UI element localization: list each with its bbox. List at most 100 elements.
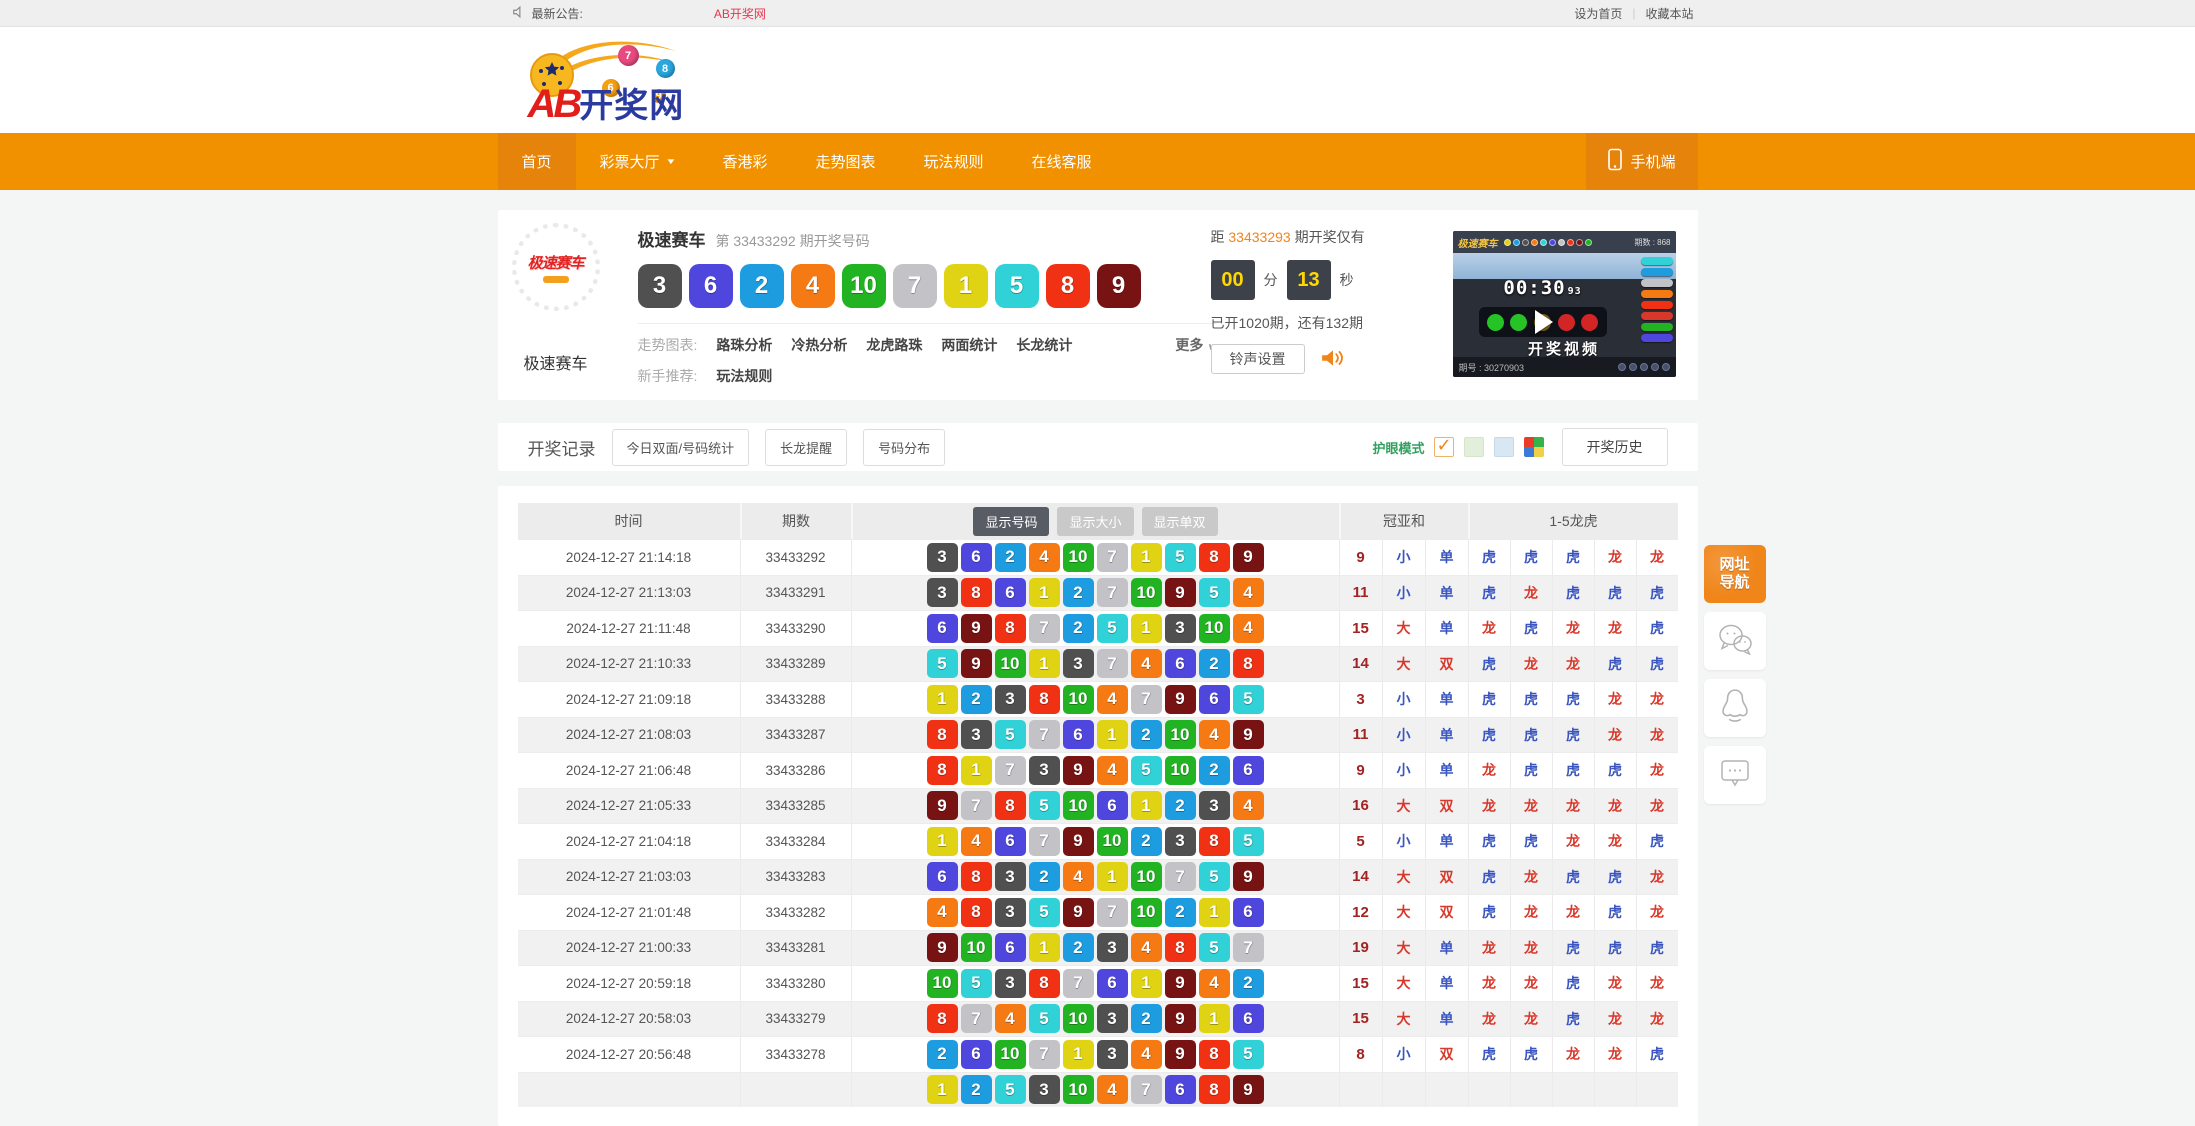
number-ball-6: 6 — [961, 1040, 992, 1069]
time-cell: 2024-12-27 21:04:18 — [518, 824, 740, 859]
nav-item-走势图表[interactable]: 走势图表 — [791, 133, 899, 190]
bookmark-link[interactable]: 收藏本站 — [1645, 5, 1693, 22]
mobile-version-button[interactable]: 手机端 — [1586, 133, 1697, 190]
eye-mode-color-swatch[interactable] — [1524, 437, 1544, 457]
message-icon — [1718, 757, 1752, 794]
size: 小 — [1382, 682, 1425, 717]
number-ball-5: 5 — [961, 969, 992, 998]
size: 大 — [1382, 860, 1425, 895]
rules-link[interactable]: 玩法规则 — [716, 366, 772, 386]
nav-item-玩法规则[interactable]: 玩法规则 — [899, 133, 1007, 190]
time-cell: 2024-12-27 20:58:03 — [518, 1002, 740, 1037]
trend-link-龙虎路珠[interactable]: 龙虎路珠 — [866, 335, 922, 355]
parity: 单 — [1425, 576, 1468, 611]
number-ball-4: 4 — [791, 264, 835, 308]
time-cell: 2024-12-27 21:01:48 — [518, 895, 740, 930]
more-link[interactable]: 更多∨ — [1175, 335, 1215, 355]
number-ball-5: 5 — [1131, 756, 1162, 785]
dragon-tiger-value: 龙 — [1650, 725, 1664, 745]
sum-value: 16 — [1352, 797, 1369, 814]
feedback-button[interactable] — [1704, 746, 1766, 804]
traffic-light — [1558, 314, 1575, 331]
live-draw-video[interactable]: 极速赛车 期数 : 868 00:3093 开奖视频 期号 : 30270903 — [1453, 231, 1676, 377]
site-logo[interactable]: 7 8 6 9 AB开奖网 — [526, 31, 756, 129]
number-ball-6: 6 — [995, 827, 1026, 856]
number-ball-2: 2 — [961, 1075, 992, 1104]
sum: 15 — [1339, 1002, 1382, 1037]
issue-cell: 33433281 — [740, 931, 851, 966]
parity-value: 单 — [1440, 938, 1454, 958]
number-ball-6: 6 — [1165, 649, 1196, 678]
eye-mode-green-swatch[interactable] — [1464, 437, 1484, 457]
bell-settings-button[interactable]: 铃声设置 — [1211, 344, 1305, 374]
nav-item-香港彩[interactable]: 香港彩 — [698, 133, 791, 190]
parity: 单 — [1425, 931, 1468, 966]
number-ball-6: 6 — [1233, 1004, 1264, 1033]
wechat-icon — [1717, 623, 1753, 660]
trend-link-长龙统计[interactable]: 长龙统计 — [1016, 335, 1072, 355]
number-ball-4: 4 — [1233, 578, 1264, 607]
number-ball-7: 7 — [1165, 862, 1196, 891]
play-icon[interactable] — [1535, 310, 1553, 334]
sum-value: 19 — [1352, 939, 1369, 956]
set-home-link[interactable]: 设为首页 — [1574, 5, 1622, 22]
countdown-minutes: 00 — [1211, 260, 1255, 300]
sound-on-icon[interactable] — [1321, 348, 1345, 371]
number-ball-8: 8 — [995, 791, 1026, 820]
parity: 单 — [1425, 824, 1468, 859]
table-row: 12531047689 — [518, 1072, 1678, 1108]
next-issue-number: 33433293 — [1228, 229, 1290, 245]
display-button-显示大小[interactable]: 显示大小 — [1057, 507, 1133, 536]
number-ball-3: 3 — [1063, 649, 1094, 678]
display-button-显示单双[interactable]: 显示单双 — [1142, 507, 1218, 536]
stat-button-长龙提醒[interactable]: 长龙提醒 — [765, 429, 847, 466]
eye-mode-checkbox-checked[interactable] — [1434, 437, 1454, 457]
eye-mode-blue-swatch[interactable] — [1494, 437, 1514, 457]
number-ball-2: 2 — [1131, 1004, 1162, 1033]
stat-button-号码分布[interactable]: 号码分布 — [863, 429, 945, 466]
nav-item-首页[interactable]: 首页 — [498, 133, 576, 190]
site-nav-button[interactable]: 网址导航 — [1704, 545, 1766, 603]
dragon-tiger: 龙 — [1636, 789, 1678, 824]
number-ball-1: 1 — [1199, 898, 1230, 927]
dragon-tiger-value: 虎 — [1482, 654, 1496, 674]
video-ball-dot — [1522, 239, 1529, 246]
nav-item-在线客服[interactable]: 在线客服 — [1008, 133, 1116, 190]
trend-link-路珠分析[interactable]: 路珠分析 — [716, 335, 772, 355]
dragon-tiger-value: 龙 — [1524, 867, 1538, 887]
dragon-tiger-value: 虎 — [1524, 1044, 1538, 1064]
history-button[interactable]: 开奖历史 — [1562, 428, 1668, 466]
sum-value: 11 — [1353, 726, 1369, 743]
dragon-tiger-value: 龙 — [1524, 1009, 1538, 1029]
number-ball-3: 3 — [638, 264, 682, 308]
dragon-tiger-value: 虎 — [1608, 760, 1622, 780]
size: 小 — [1382, 718, 1425, 753]
number-ball-3: 3 — [927, 578, 958, 607]
countdown-text: 距 33433293 期开奖仅有 — [1211, 227, 1446, 247]
table-body: 2024-12-27 21:14:1833433292362410715899小… — [518, 539, 1678, 1107]
issue-cell: 33433292 — [740, 540, 851, 575]
table-row: 2024-12-27 21:04:1833433284146791023855小… — [518, 823, 1678, 859]
sum: 11 — [1339, 576, 1382, 611]
number-ball-1: 1 — [1131, 543, 1162, 572]
dragon-tiger: 虎 — [1636, 576, 1678, 611]
qq-button[interactable] — [1704, 679, 1766, 737]
number-ball-3: 3 — [961, 720, 992, 749]
trend-link-两面统计[interactable]: 两面统计 — [941, 335, 997, 355]
display-button-显示号码[interactable]: 显示号码 — [973, 507, 1049, 536]
trend-link-冷热分析[interactable]: 冷热分析 — [791, 335, 847, 355]
number-ball-5: 5 — [1233, 685, 1264, 714]
col-issue: 期数 — [740, 503, 851, 539]
nav-item-彩票大厅[interactable]: 彩票大厅▼ — [576, 133, 699, 190]
announcement-link[interactable]: AB开奖网 — [714, 5, 766, 22]
parity-value: 双 — [1440, 867, 1454, 887]
stat-button-今日双面/号码统计[interactable]: 今日双面/号码统计 — [612, 429, 750, 466]
dragon-tiger: 虎 — [1552, 682, 1594, 717]
dragon-tiger-value: 虎 — [1566, 760, 1580, 780]
race-car — [1641, 279, 1673, 287]
wechat-button[interactable] — [1704, 612, 1766, 670]
dragon-tiger: 虎 — [1594, 753, 1636, 788]
number-ball-6: 6 — [1097, 791, 1128, 820]
parity-value: 单 — [1440, 831, 1454, 851]
number-ball-9: 9 — [1233, 1075, 1264, 1104]
